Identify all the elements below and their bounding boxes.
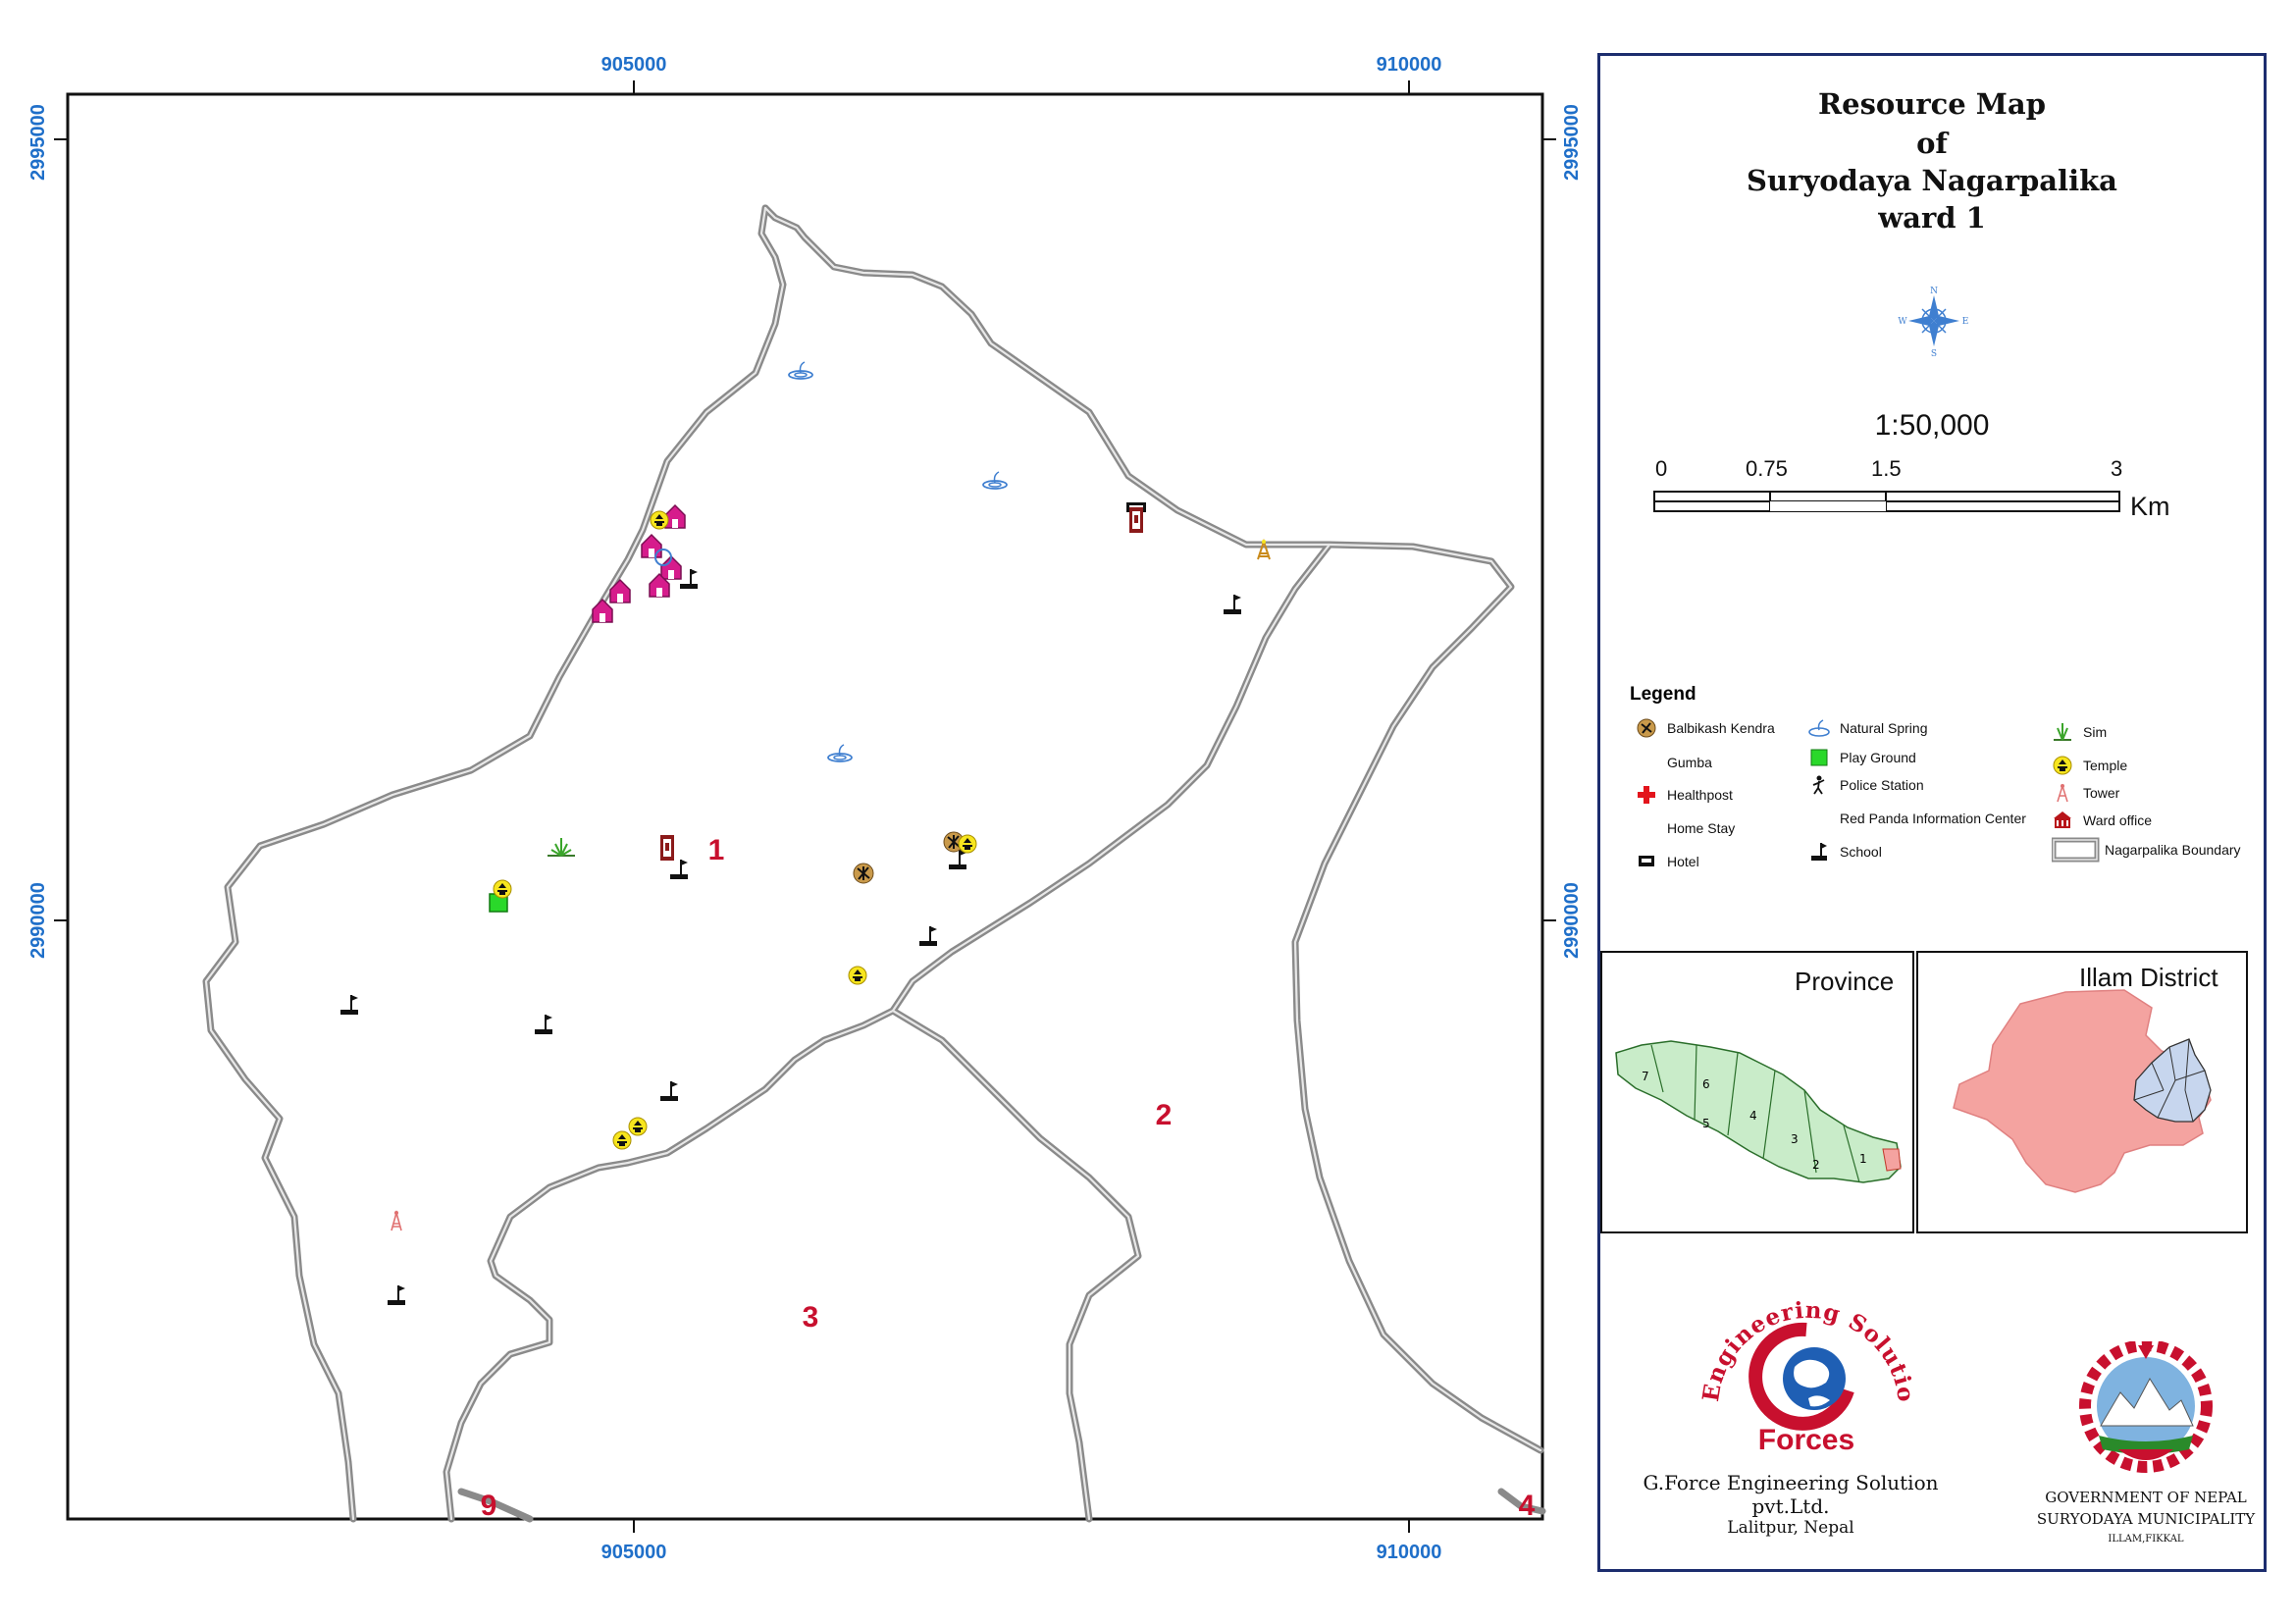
- ward-office-icon: [1129, 507, 1143, 533]
- svg-text:3: 3: [1791, 1132, 1799, 1146]
- red-panda-icon: [1808, 808, 1830, 829]
- grid-label-bottom-2: 910000: [1377, 1542, 1442, 1563]
- red-cross-icon: [1638, 786, 1655, 804]
- north-arrow-icon: N S E W: [1898, 287, 1969, 358]
- map-info-panel: Resource Map of Suryodaya Nagarpalika wa…: [1597, 53, 2267, 1572]
- hotel-icon: [1639, 856, 1654, 866]
- scale-ratio: 1:50,000: [1874, 409, 1990, 442]
- svg-text:W: W: [1898, 317, 1907, 327]
- province-inset: Province 7 6 5 4 3 2 1: [1600, 951, 1914, 1233]
- grid-label-left-1: 2995000: [27, 104, 49, 181]
- map-canvas: 905000 910000 905000 910000 2995000 2990…: [27, 54, 1583, 1563]
- scale-tick-1: 0.75: [1746, 456, 1788, 481]
- grid-label-left-2: 2990000: [27, 882, 49, 959]
- svg-text:7: 7: [1642, 1070, 1649, 1083]
- legend-item-natural-spring: Natural Spring: [1808, 717, 1928, 739]
- ward-label-9: 9: [481, 1490, 497, 1522]
- spring-icon: [1808, 719, 1830, 737]
- svg-text:2: 2: [1812, 1158, 1820, 1172]
- grid-label-right-2: 2990000: [1561, 882, 1583, 959]
- legend-item-balbikash: Balbikash Kendra: [1636, 717, 1775, 739]
- balbikash-icon: [1637, 718, 1656, 738]
- legend-item-boundary: Nagarpalika Boundary: [2052, 837, 2241, 863]
- company-location: Lalitpur, Nepal: [1727, 1518, 1854, 1538]
- legend-item-gumba: Gumba: [1636, 752, 1712, 773]
- legend-title: Legend: [1630, 684, 1696, 705]
- legend-item-tower: Tower: [2052, 782, 2119, 804]
- svg-text:5: 5: [1702, 1117, 1710, 1130]
- ward-label-1: 1: [708, 834, 725, 866]
- legend-item-play-ground: Play Ground: [1808, 747, 1916, 768]
- legend-item-sim: Sim: [2052, 721, 2107, 743]
- svg-text:1: 1: [1859, 1152, 1867, 1166]
- temple-icon: [628, 1117, 648, 1136]
- legend-item-healthpost: Healthpost: [1636, 784, 1733, 806]
- temple-icon: [650, 510, 669, 530]
- company-name: G.Force Engineering Solution pvt.Ltd.: [1643, 1471, 1939, 1518]
- temple-icon: [958, 834, 977, 854]
- ward-label-2: 2: [1156, 1099, 1173, 1131]
- grid-label-right-1: 2995000: [1561, 104, 1583, 181]
- grid-label-top-2: 910000: [1377, 54, 1442, 76]
- legend-item-hotel: Hotel: [1636, 851, 1699, 872]
- ward-office-icon: [2054, 812, 2071, 828]
- gumba-icon: [1636, 752, 1657, 773]
- tower-icon: [2057, 783, 2068, 803]
- legend-item-red-panda: Red Panda Information Center: [1808, 808, 2026, 829]
- boundary-icon: [2052, 837, 2100, 863]
- legend-item-school: School: [1808, 841, 1882, 863]
- temple-icon: [848, 966, 867, 985]
- province-map: 7 6 5 4 3 2 1: [1615, 1040, 1902, 1183]
- legend-item-ward-office: Ward office: [2052, 810, 2152, 831]
- svg-text:Forces: Forces: [1758, 1424, 1854, 1456]
- map-title-line-4: ward 1: [1878, 201, 1986, 235]
- district-inset: Illam District: [1916, 951, 2248, 1233]
- scale-tick-2: 1.5: [1871, 456, 1902, 481]
- svg-text:S: S: [1931, 349, 1937, 358]
- grid-label-top-1: 905000: [601, 54, 667, 76]
- police-icon: [1812, 775, 1825, 795]
- gov-line-1: GOVERNMENT OF NEPAL: [2045, 1489, 2247, 1506]
- map-title-line-1: Resource Map: [1818, 87, 2046, 121]
- gov-line-2: SURYODAYA MUNICIPALITY: [2036, 1510, 2256, 1528]
- scale-bar: [1653, 491, 2120, 512]
- home-stay-icon: [1636, 817, 1657, 839]
- playground-icon: [1810, 749, 1828, 766]
- ward-label-4: 4: [1519, 1490, 1536, 1522]
- gforces-logo: Engineering Solution Pvt. Ltd. Forces: [1691, 1261, 1918, 1456]
- ward-label-3: 3: [803, 1301, 819, 1334]
- legend-item-temple: Temple: [2052, 755, 2127, 776]
- scale-tick-0: 0: [1655, 456, 1668, 481]
- scale-tick-3: 3: [2111, 456, 2123, 481]
- grid-label-bottom-1: 905000: [601, 1542, 667, 1563]
- balbikash-icon: [853, 863, 874, 884]
- temple-icon: [493, 879, 512, 899]
- svg-text:E: E: [1962, 317, 1969, 327]
- gov-line-3: ILLAM,FIKKAL: [2108, 1534, 2184, 1544]
- svg-text:6: 6: [1702, 1077, 1710, 1091]
- province-inset-label: Province: [1795, 967, 1895, 996]
- legend-item-home-stay: Home Stay: [1636, 817, 1735, 839]
- temple-icon: [2053, 756, 2072, 775]
- sim-icon: [2054, 723, 2071, 741]
- svg-text:4: 4: [1749, 1109, 1757, 1123]
- svg-text:N: N: [1930, 287, 1938, 296]
- map-title-line-3: Suryodaya Nagarpalika: [1747, 164, 2117, 197]
- scale-unit: Km: [2130, 492, 2170, 521]
- nepal-emblem-icon: [2079, 1341, 2213, 1473]
- legend-item-police-station: Police Station: [1808, 774, 1924, 796]
- school-flag-icon: [1811, 843, 1827, 861]
- temple-icon: [612, 1130, 632, 1150]
- ward-office-icon: [660, 835, 674, 861]
- district-map: [1953, 989, 2212, 1193]
- map-title-line-2: of: [1916, 127, 1948, 160]
